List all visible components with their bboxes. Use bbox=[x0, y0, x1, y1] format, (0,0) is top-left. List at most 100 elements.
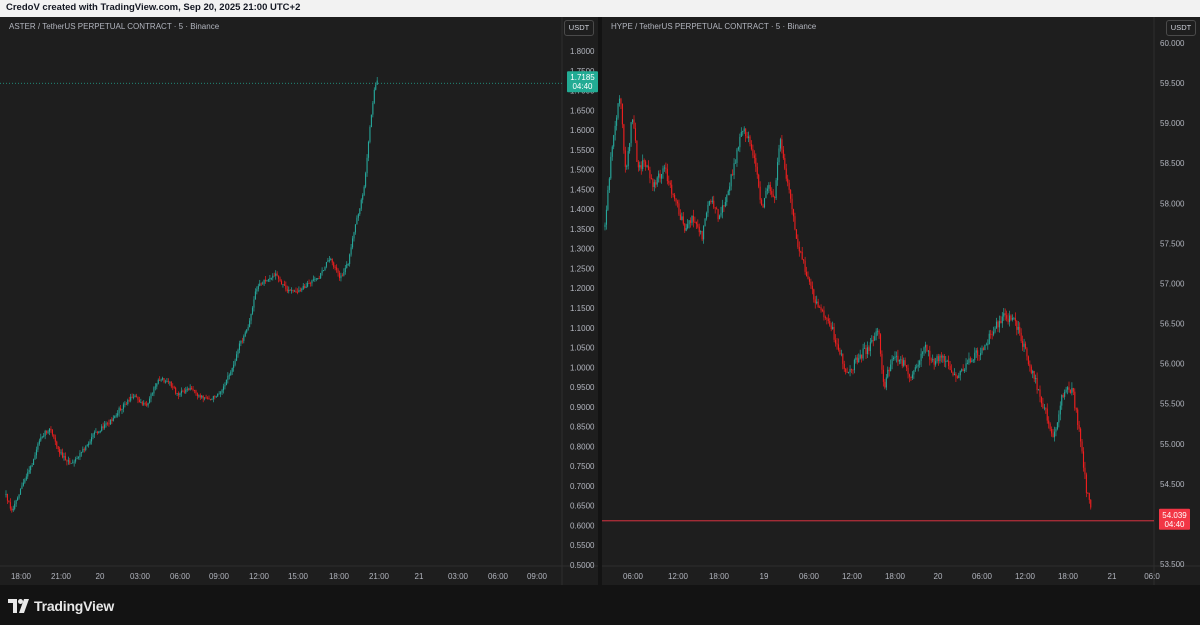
x-axis-tick-label: 12:00 bbox=[1015, 572, 1036, 581]
candle-body bbox=[176, 393, 178, 395]
candle-body bbox=[1056, 422, 1058, 430]
candle-body bbox=[224, 385, 226, 387]
x-axis-tick-label: 12:00 bbox=[842, 572, 863, 581]
candle-body bbox=[630, 122, 632, 144]
candle-body bbox=[1090, 499, 1092, 508]
candle-body bbox=[1014, 318, 1016, 322]
candle-body bbox=[817, 301, 819, 308]
candle-body bbox=[150, 394, 152, 399]
candle-body bbox=[283, 284, 285, 286]
candle-body bbox=[24, 479, 26, 483]
candle-body bbox=[376, 80, 378, 85]
candle-body bbox=[278, 275, 280, 279]
hype-symbol-legend[interactable]: HYPE / TetherUS PERPETUAL CONTRACT · 5 ·… bbox=[611, 22, 816, 31]
candle-body bbox=[1085, 474, 1087, 493]
aster-symbol-legend[interactable]: ASTER / TetherUS PERPETUAL CONTRACT · 5 … bbox=[9, 22, 219, 31]
candle-body bbox=[982, 348, 984, 351]
x-axis-tick-label: 21 bbox=[1108, 572, 1117, 581]
candle-body bbox=[285, 285, 287, 290]
candle-body bbox=[779, 139, 781, 149]
candle-body bbox=[703, 226, 705, 240]
candle-body bbox=[908, 374, 911, 377]
candle-body bbox=[298, 290, 300, 293]
candle-body bbox=[958, 375, 960, 379]
candle-body bbox=[305, 286, 307, 288]
x-axis-tick-label: 19 bbox=[760, 572, 769, 581]
candle-body bbox=[1068, 387, 1070, 391]
candle-body bbox=[948, 360, 950, 367]
candle-body bbox=[682, 216, 684, 224]
candle-body bbox=[221, 390, 223, 393]
aster-chart-pane[interactable]: 1.80001.75001.70001.65001.60001.55001.50… bbox=[0, 17, 598, 585]
candle-body bbox=[292, 289, 294, 292]
candle-body bbox=[218, 393, 220, 395]
candle-body bbox=[320, 273, 322, 279]
candle-body bbox=[721, 205, 723, 213]
candle-body bbox=[11, 508, 13, 511]
candle-body bbox=[366, 157, 368, 174]
candle-body bbox=[86, 445, 88, 447]
candle-body bbox=[349, 254, 351, 264]
hype-currency-button[interactable]: USDT bbox=[1166, 20, 1196, 36]
candle-body bbox=[861, 354, 863, 359]
candle-body bbox=[1023, 343, 1025, 347]
candle-body bbox=[951, 370, 953, 373]
candle-body bbox=[215, 396, 217, 398]
aster-currency-button[interactable]: USDT bbox=[564, 20, 594, 36]
candle-body bbox=[172, 386, 174, 388]
bar-countdown: 04:40 bbox=[1164, 520, 1185, 529]
candle-body bbox=[1081, 441, 1083, 452]
candle-body bbox=[47, 431, 49, 433]
aster-chart-canvas[interactable]: 1.80001.75001.70001.65001.60001.55001.50… bbox=[0, 17, 598, 585]
candle-body bbox=[864, 347, 866, 349]
candle-body bbox=[711, 200, 713, 203]
candle-body bbox=[690, 220, 692, 223]
candle-body bbox=[362, 194, 364, 200]
x-axis-tick-label: 15:00 bbox=[288, 572, 309, 581]
candle-body bbox=[946, 360, 948, 362]
candle-body bbox=[101, 426, 103, 431]
candle-body bbox=[782, 149, 784, 159]
candle-body bbox=[1087, 492, 1089, 494]
candle-body bbox=[40, 437, 42, 441]
candle-body bbox=[633, 119, 635, 129]
candle-body bbox=[708, 200, 710, 205]
hype-chart-canvas[interactable]: 60.000 59.500 59.000 58.500 58.000 57.500 57.0… bbox=[602, 17, 1200, 585]
hype-chart-pane[interactable]: 60.000 59.500 59.000 58.500 58.000 57.500 57.0… bbox=[602, 17, 1200, 585]
candle-body bbox=[836, 343, 838, 345]
candle-body bbox=[83, 448, 85, 450]
candle-body bbox=[318, 278, 320, 279]
candle-body bbox=[289, 289, 291, 291]
candle-body bbox=[781, 139, 783, 150]
candle-body bbox=[895, 355, 897, 357]
candle-body bbox=[808, 278, 810, 282]
candle-body bbox=[204, 397, 206, 399]
candle-body bbox=[22, 482, 24, 486]
candle-body bbox=[766, 188, 768, 191]
candle-body bbox=[241, 340, 243, 342]
candle-body bbox=[923, 347, 925, 353]
candle-body bbox=[614, 125, 616, 136]
candle-body bbox=[370, 114, 372, 128]
candle-body bbox=[157, 379, 159, 384]
candle-body bbox=[1082, 451, 1085, 468]
candle-body bbox=[253, 299, 255, 308]
tradingview-logo[interactable]: TradingView bbox=[8, 597, 114, 615]
candle-body bbox=[302, 285, 304, 289]
y-axis-tick-label: 1.2500 bbox=[570, 264, 595, 273]
candle-body bbox=[919, 360, 921, 365]
candle-body bbox=[276, 273, 278, 276]
candle-body bbox=[913, 370, 915, 375]
candle-body bbox=[994, 328, 996, 332]
candle-body bbox=[688, 220, 690, 225]
candle-body bbox=[762, 205, 764, 208]
candle-body bbox=[246, 329, 248, 333]
x-axis-tick-label: 06:00 bbox=[972, 572, 993, 581]
candle-body bbox=[1078, 425, 1080, 429]
candle-body bbox=[1013, 318, 1015, 319]
y-axis-tick-label: 58.000 bbox=[1160, 199, 1185, 208]
candle-body bbox=[104, 424, 106, 428]
candle-body bbox=[359, 208, 361, 215]
y-axis-tick-label: 0.6500 bbox=[570, 502, 595, 511]
candle-body bbox=[887, 369, 889, 378]
